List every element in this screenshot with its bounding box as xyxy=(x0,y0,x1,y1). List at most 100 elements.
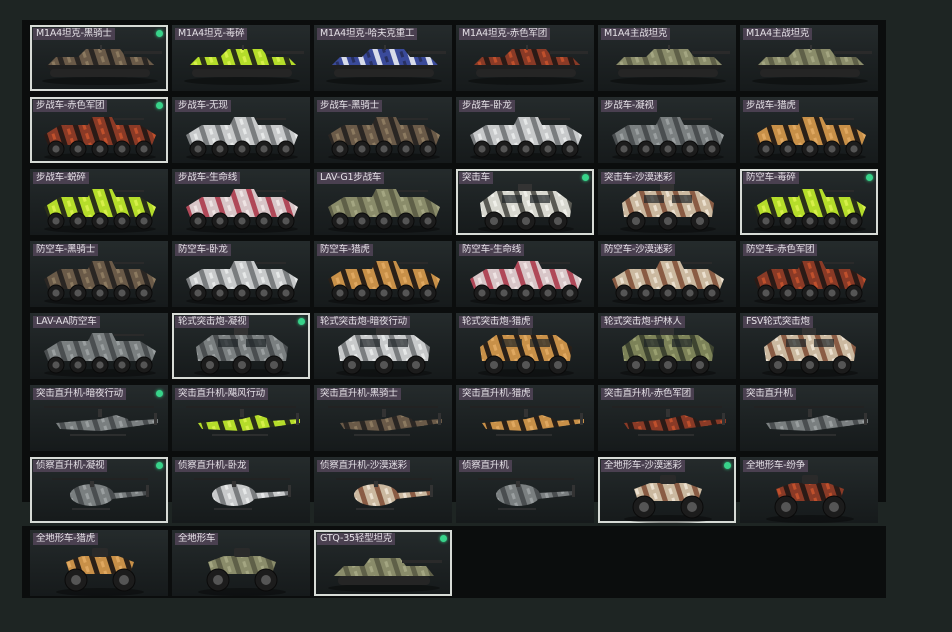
vehicle-tile[interactable]: M1A4主战坦克 xyxy=(740,25,878,91)
vehicle-name-label: LAV-AA防空车 xyxy=(33,316,100,328)
vehicle-tile[interactable]: 步战车-赤色军团 xyxy=(30,97,168,163)
vehicle-tile[interactable]: 突击直升机-猎虎 xyxy=(456,385,594,451)
vehicle-tile[interactable]: 防空车-毒碎 xyxy=(740,169,878,235)
vehicle-tile[interactable]: 步战车-生命线 xyxy=(172,169,310,235)
vehicle-tile[interactable]: 突击直升机-暗夜行动 xyxy=(30,385,168,451)
vehicle-tile[interactable]: 步战车-凝视 xyxy=(598,97,736,163)
vehicle-name-label: 防空车-生命线 xyxy=(459,244,525,256)
equipped-indicator xyxy=(582,174,589,181)
vehicle-tile[interactable]: 突击车-沙漠迷彩 xyxy=(598,169,736,235)
vehicle-extra-grid: 全地形车-猎虎 全地形车 GTQ-35轻型坦克 xyxy=(30,530,878,596)
vehicle-name-label: 轮式突击炮-暗夜行动 xyxy=(317,316,410,328)
vehicle-tile[interactable]: LAV-AA防空车 xyxy=(30,313,168,379)
vehicle-name-label: 防空车-卧龙 xyxy=(175,244,231,256)
vehicle-name-label: M1A4主战坦克 xyxy=(601,28,671,40)
vehicle-name-label: 突击车-沙漠迷彩 xyxy=(601,172,676,184)
vehicle-tile[interactable]: M1A4坦克-哈夫克重工 xyxy=(314,25,452,91)
vehicle-name-label: 防空车-黑骑士 xyxy=(33,244,99,256)
vehicle-tile[interactable]: 轮式突击炮-护林人 xyxy=(598,313,736,379)
vehicle-name-label: LAV-G1步战车 xyxy=(317,172,385,184)
vehicle-name-label: 步战车-赤色军团 xyxy=(33,100,108,112)
vehicle-tile[interactable]: 侦察直升机-卧龙 xyxy=(172,457,310,523)
vehicle-name-label: 侦察直升机-沙漠迷彩 xyxy=(317,460,410,472)
vehicle-name-label: 步战车-卧龙 xyxy=(459,100,515,112)
vehicle-tile[interactable]: 突击直升机-黑骑士 xyxy=(314,385,452,451)
vehicle-name-label: M1A4坦克-哈夫克重工 xyxy=(317,28,418,40)
vehicle-tile[interactable]: M1A4坦克-赤色军团 xyxy=(456,25,594,91)
vehicle-tile[interactable]: 侦察直升机-沙漠迷彩 xyxy=(314,457,452,523)
vehicle-name-label: 突击直升机 xyxy=(743,388,796,400)
vehicle-name-label: 侦察直升机-凝视 xyxy=(33,460,108,472)
equipped-indicator xyxy=(156,30,163,37)
vehicle-name-label: 全地形车-猎虎 xyxy=(33,533,99,545)
vehicle-tile[interactable]: M1A4坦克-黑骑士 xyxy=(30,25,168,91)
vehicle-name-label: 突击直升机-暗夜行动 xyxy=(33,388,126,400)
vehicle-tile[interactable]: LAV-G1步战车 xyxy=(314,169,452,235)
vehicle-name-label: 全地形车 xyxy=(175,533,219,545)
vehicle-name-label: 防空车-猎虎 xyxy=(317,244,373,256)
vehicle-name-label: M1A4坦克-毒碎 xyxy=(175,28,248,40)
vehicle-tile[interactable]: 全地形车-沙漠迷彩 xyxy=(598,457,736,523)
vehicle-name-label: 防空车-沙漠迷彩 xyxy=(601,244,676,256)
vehicle-tile[interactable]: 步战车-蜕碎 xyxy=(30,169,168,235)
vehicle-tile[interactable]: 全地形车-猎虎 xyxy=(30,530,168,596)
vehicle-tile[interactable]: M1A4坦克-毒碎 xyxy=(172,25,310,91)
vehicle-tile[interactable]: 突击直升机-赤色军团 xyxy=(598,385,736,451)
equipped-indicator xyxy=(440,535,447,542)
vehicle-tile[interactable]: 步战车-卧龙 xyxy=(456,97,594,163)
vehicle-name-label: FSV轮式突击炮 xyxy=(743,316,813,328)
vehicle-tile[interactable]: 全地形车 xyxy=(172,530,310,596)
equipped-indicator xyxy=(156,102,163,109)
vehicle-name-label: 步战车-凝视 xyxy=(601,100,657,112)
vehicle-tile[interactable]: 轮式突击炮-猎虎 xyxy=(456,313,594,379)
vehicle-tile[interactable]: 全地形车-纷争 xyxy=(740,457,878,523)
vehicle-tile[interactable]: 防空车-猎虎 xyxy=(314,241,452,307)
vehicle-name-label: 突击直升机-黑骑士 xyxy=(317,388,401,400)
vehicle-name-label: 步战车-猎虎 xyxy=(743,100,799,112)
vehicle-name-label: 侦察直升机-卧龙 xyxy=(175,460,250,472)
vehicle-tile[interactable]: GTQ-35轻型坦克 xyxy=(314,530,452,596)
vehicle-tile[interactable]: 步战车-猎虎 xyxy=(740,97,878,163)
equipped-indicator xyxy=(298,318,305,325)
vehicle-tile[interactable]: 步战车-无现 xyxy=(172,97,310,163)
vehicle-tile[interactable]: FSV轮式突击炮 xyxy=(740,313,878,379)
vehicle-name-label: 全地形车-纷争 xyxy=(743,460,809,472)
vehicle-tile[interactable]: 轮式突击炮-凝视 xyxy=(172,313,310,379)
vehicle-tile[interactable]: M1A4主战坦克 xyxy=(598,25,736,91)
equipped-indicator xyxy=(156,390,163,397)
vehicle-tile[interactable]: 轮式突击炮-暗夜行动 xyxy=(314,313,452,379)
vehicle-name-label: 突击直升机-猎虎 xyxy=(459,388,534,400)
vehicle-tile[interactable]: 侦察直升机 xyxy=(456,457,594,523)
vehicle-name-label: 轮式突击炮-猎虎 xyxy=(459,316,534,328)
vehicle-name-label: M1A4主战坦克 xyxy=(743,28,813,40)
vehicle-name-label: 突击直升机-飓风行动 xyxy=(175,388,268,400)
vehicle-name-label: 防空车-赤色军团 xyxy=(743,244,818,256)
vehicle-name-label: 步战车-生命线 xyxy=(175,172,241,184)
vehicle-tile[interactable]: 防空车-黑骑士 xyxy=(30,241,168,307)
vehicle-tile[interactable]: 突击直升机 xyxy=(740,385,878,451)
equipped-indicator xyxy=(866,174,873,181)
vehicle-name-label: 轮式突击炮-凝视 xyxy=(175,316,250,328)
vehicle-grid: M1A4坦克-黑骑士 M1A4坦克-毒碎 M1A4坦克-哈夫克重工 M1A4坦克… xyxy=(30,25,878,523)
equipped-indicator xyxy=(724,462,731,469)
vehicle-tile[interactable]: 侦察直升机-凝视 xyxy=(30,457,168,523)
vehicle-name-label: 步战车-蜕碎 xyxy=(33,172,89,184)
vehicle-name-label: M1A4坦克-赤色军团 xyxy=(459,28,551,40)
vehicle-name-label: 步战车-无现 xyxy=(175,100,231,112)
vehicle-tile[interactable]: 突击车 xyxy=(456,169,594,235)
vehicle-tile[interactable]: 步战车-黑骑士 xyxy=(314,97,452,163)
vehicle-tile[interactable]: 防空车-生命线 xyxy=(456,241,594,307)
vehicle-name-label: M1A4坦克-黑骑士 xyxy=(33,28,115,40)
vehicle-name-label: 突击直升机-赤色军团 xyxy=(601,388,694,400)
vehicle-tile[interactable]: 防空车-赤色军团 xyxy=(740,241,878,307)
vehicle-tile[interactable]: 防空车-卧龙 xyxy=(172,241,310,307)
vehicle-name-label: 防空车-毒碎 xyxy=(743,172,799,184)
vehicle-name-label: 轮式突击炮-护林人 xyxy=(601,316,685,328)
vehicle-name-label: GTQ-35轻型坦克 xyxy=(317,533,396,545)
vehicle-name-label: 全地形车-沙漠迷彩 xyxy=(601,460,685,472)
vehicle-name-label: 突击车 xyxy=(459,172,493,184)
vehicle-tile[interactable]: 防空车-沙漠迷彩 xyxy=(598,241,736,307)
equipped-indicator xyxy=(156,462,163,469)
vehicle-tile[interactable]: 突击直升机-飓风行动 xyxy=(172,385,310,451)
vehicle-name-label: 步战车-黑骑士 xyxy=(317,100,383,112)
